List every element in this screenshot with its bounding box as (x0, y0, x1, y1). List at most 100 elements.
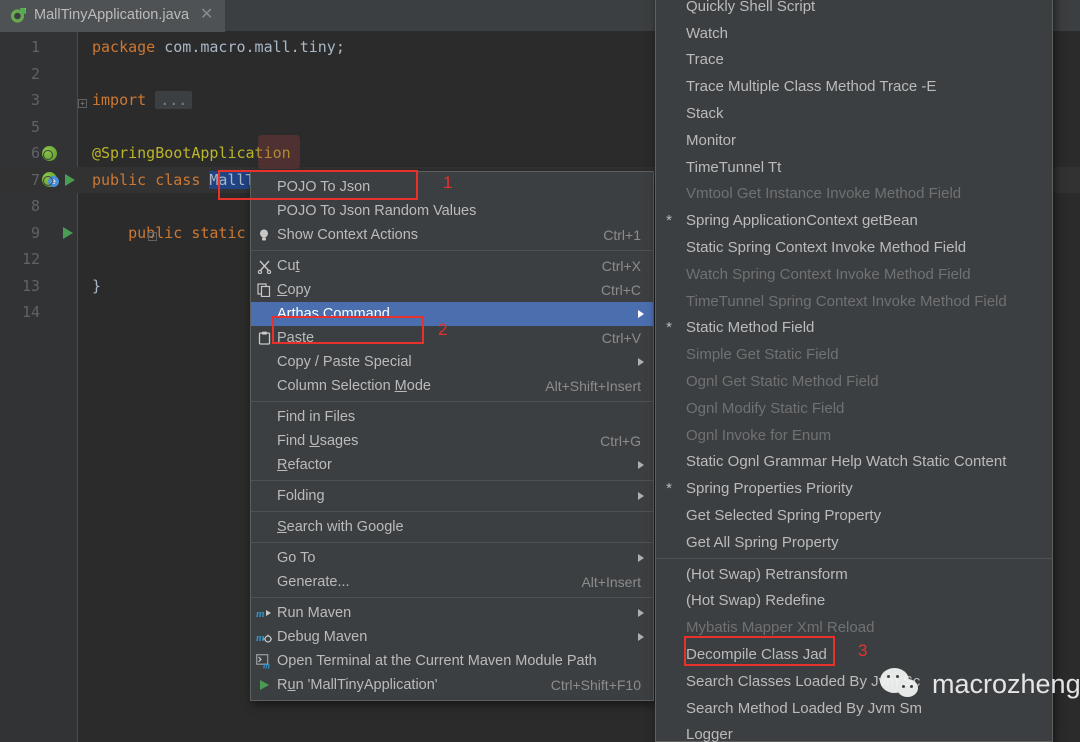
submenu-item-label: Watch (686, 24, 728, 42)
context-menu-item-find-in-files[interactable]: Find in Files (251, 405, 653, 429)
menu-item-shortcut: Ctrl+V (601, 330, 641, 346)
context-menu-item-generate[interactable]: Generate... Alt+Insert (251, 570, 653, 594)
fold-expand-icon[interactable]: + (78, 99, 87, 108)
menu-item-shortcut: Ctrl+X (601, 258, 641, 274)
submenu-item-simple-get-static-field: Simple Get Static Field (656, 341, 1052, 368)
line-number-cell: 5 (0, 114, 78, 140)
menu-item-label: Show Context Actions (277, 227, 419, 243)
code-token: package (92, 38, 165, 56)
svg-text:m: m (263, 660, 270, 669)
submenu-item-monitor[interactable]: Monitor (656, 127, 1052, 154)
menu-item-label: Cut (277, 258, 300, 274)
fold-expand-icon[interactable]: + (148, 231, 157, 241)
submenu-item-label: (Hot Swap) Redefine (686, 592, 826, 610)
submenu-item-mybatis-mapper-xml-reload: Mybatis Mapper Xml Reload (656, 614, 1052, 641)
context-menu-item-run-malltinyapplication[interactable]: Run 'MallTinyApplication' Ctrl+Shift+F10 (251, 673, 653, 697)
ide-window: MallTinyApplication.java ✕ 1 package com.… (0, 0, 1080, 742)
context-menu-item-pojo-to-json[interactable]: POJO To Json (251, 175, 653, 199)
submenu-item-ognl-modify-static-field: Ognl Modify Static Field (656, 395, 1052, 422)
submenu-item-trace[interactable]: Trace (656, 47, 1052, 74)
arthas-command-submenu[interactable]: Quickly Shell Script Watch Trace Trace Mult… (655, 0, 1053, 742)
run-icon (251, 673, 277, 697)
context-menu-item-open-terminal-at-the-current-maven-module-path[interactable]: m Open Terminal at the Current Maven Modu… (251, 649, 653, 673)
line-number-cell: 1 (0, 34, 78, 60)
submenu-item-timetunnel-tt[interactable]: TimeTunnel Tt (656, 154, 1052, 181)
context-menu-item-column-selection-mode[interactable]: Column Selection Mode Alt+Shift+Insert (251, 374, 653, 398)
menu-item-label: POJO To Json Random Values (277, 203, 477, 219)
menu-separator (251, 480, 653, 481)
code-text: + import ... (78, 91, 193, 109)
context-menu-item-folding[interactable]: Folding (251, 484, 653, 508)
menu-item-shortcut: Ctrl+Shift+F10 (550, 677, 641, 693)
submenu-item-label: Logger (686, 726, 733, 742)
menu-item-label: Open Terminal at the Current Maven Modul… (277, 653, 597, 669)
submenu-item-static-method-field[interactable]: * Static Method Field (656, 315, 1052, 342)
submenu-item-spring-properties-priority[interactable]: * Spring Properties Priority (656, 475, 1052, 502)
context-menu-item-find-usages[interactable]: Find Usages Ctrl+G (251, 429, 653, 453)
context-menu-item-go-to[interactable]: Go To (251, 546, 653, 570)
run-method-gutter-icon[interactable] (63, 226, 73, 239)
submenu-item-label: Quickly Shell Script (686, 0, 816, 15)
submenu-item-label: Trace (686, 51, 724, 69)
editor-tab-malltinyapplication[interactable]: MallTinyApplication.java ✕ (0, 0, 225, 32)
menu-item-shortcut: Ctrl+1 (603, 227, 641, 243)
context-menu-item-search-with-google[interactable]: Search with Google (251, 515, 653, 539)
line-number-cell: 13 (0, 273, 78, 299)
context-menu-item-copy[interactable]: Copy Ctrl+C (251, 278, 653, 302)
menu-separator (251, 401, 653, 402)
submenu-item-logger[interactable]: Logger (656, 722, 1052, 742)
submenu-item-vmtool-get-instance-invoke-method-field: Vmtool Get Instance Invoke Method Field (656, 181, 1052, 208)
line-number: 14 (21, 303, 40, 321)
menu-item-label: Go To (277, 550, 316, 566)
submenu-item-search-classes-loaded-by-jvm-sc[interactable]: Search Classes Loaded By Jvm Sc (656, 668, 1052, 695)
run-gutter-icon[interactable] (65, 173, 75, 186)
context-menu-item-show-context-actions[interactable]: Show Context Actions Ctrl+1 (251, 223, 653, 247)
submenu-item-label: Ognl Invoke for Enum (686, 426, 832, 444)
submenu-item-label: Watch Spring Context Invoke Method Field (686, 265, 971, 283)
menu-item-shortcut: Ctrl+C (600, 282, 641, 298)
close-icon[interactable]: ✕ (200, 7, 213, 23)
line-number-cell: 8 (0, 193, 78, 219)
submenu-item-label: Get Selected Spring Property (686, 507, 882, 525)
menu-item-shortcut: Ctrl+G (600, 433, 641, 449)
spring-boot-gutter-icon[interactable]: e (42, 172, 59, 187)
context-menu-item-debug-maven[interactable]: m Debug Maven (251, 625, 653, 649)
submenu-item-hot-swap-retransform[interactable]: (Hot Swap) Retransform (656, 561, 1052, 588)
line-number: 1 (30, 38, 40, 56)
menu-item-label: Run 'MallTinyApplication' (277, 677, 438, 693)
spring-bean-gutter-icon[interactable] (42, 145, 57, 161)
context-menu-item-run-maven[interactable]: m Run Maven (251, 601, 653, 625)
menu-item-label: Refactor (277, 457, 332, 473)
submenu-item-quickly-shell-script[interactable]: Quickly Shell Script (656, 0, 1052, 20)
submenu-item-label: Static Spring Context Invoke Method Fiel… (686, 239, 967, 257)
submenu-item-watch[interactable]: Watch (656, 20, 1052, 47)
menu-item-icon-slot (251, 570, 277, 594)
svg-text:m: m (256, 632, 265, 644)
line-number-cell: 14 (0, 299, 78, 325)
context-menu-item-arthas-command[interactable]: Arthas Command (251, 302, 653, 326)
submenu-item-hot-swap-redefine[interactable]: (Hot Swap) Redefine (656, 588, 1052, 615)
submenu-item-decompile-class-jad[interactable]: Decompile Class Jad (656, 641, 1052, 668)
submenu-arrow-icon (638, 554, 644, 562)
submenu-item-get-all-spring-property[interactable]: Get All Spring Property (656, 529, 1052, 556)
submenu-item-search-method-loaded-by-jvm-sm[interactable]: Search Method Loaded By Jvm Sm (656, 695, 1052, 722)
code-text: } (78, 277, 101, 295)
submenu-item-label: TimeTunnel Spring Context Invoke Method … (686, 292, 1007, 310)
menu-item-icon-slot (251, 175, 277, 199)
submenu-separator (656, 557, 1052, 559)
submenu-item-spring-applicationcontext-getbean[interactable]: * Spring ApplicationContext getBean (656, 207, 1052, 234)
context-menu-item-cut[interactable]: Cut Ctrl+X (251, 254, 653, 278)
context-menu-item-paste[interactable]: Paste Ctrl+V (251, 326, 653, 350)
submenu-item-label: Trace Multiple Class Method Trace -E (686, 78, 937, 96)
submenu-item-get-selected-spring-property[interactable]: Get Selected Spring Property (656, 502, 1052, 529)
context-menu-item-refactor[interactable]: Refactor (251, 453, 653, 477)
submenu-item-stack[interactable]: Stack (656, 100, 1052, 127)
context-menu-item-pojo-to-json-random-values[interactable]: POJO To Json Random Values (251, 199, 653, 223)
editor-context-menu[interactable]: POJO To Json POJO To Json Random Values Sh… (250, 171, 654, 701)
context-menu-item-copy-paste-special[interactable]: Copy / Paste Special (251, 350, 653, 374)
submenu-item-label: Stack (686, 105, 724, 123)
submenu-item-static-spring-context-invoke-method-field[interactable]: Static Spring Context Invoke Method Fiel… (656, 234, 1052, 261)
submenu-item-static-ognl-grammar-help-watch-static-content[interactable]: Static Ognl Grammar Help Watch Static Co… (656, 449, 1052, 476)
submenu-item-trace-multiple-class-method-trace-e[interactable]: Trace Multiple Class Method Trace -E (656, 73, 1052, 100)
svg-text:m: m (256, 608, 265, 620)
